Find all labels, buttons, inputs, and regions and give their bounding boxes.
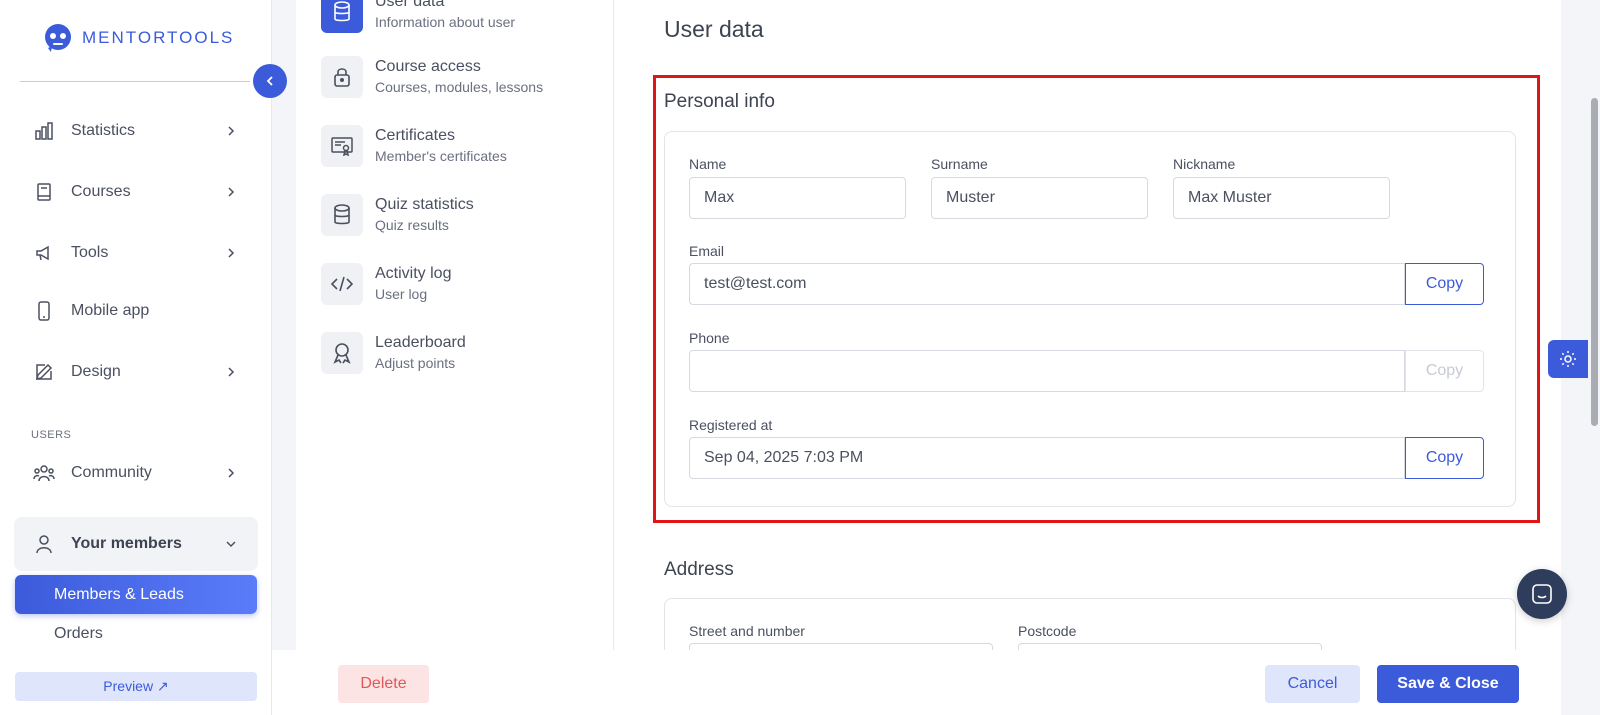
chevron-down-icon	[226, 541, 236, 548]
footer-bar: Delete Cancel Save & Close	[272, 650, 1561, 715]
tab-quiz-statistics[interactable]: Quiz statistics Quiz results	[321, 190, 474, 240]
brand-name: MENTORTOOLS	[82, 28, 235, 47]
preview-button[interactable]: Preview ↗	[15, 672, 257, 701]
code-icon	[321, 263, 363, 305]
tab-title: Certificates	[375, 127, 456, 144]
sidebar-item-label: Your members	[71, 535, 182, 552]
sidebar-item-design[interactable]: Design	[14, 345, 258, 399]
user-tabs-panel: User data Information about user Course …	[296, 0, 614, 650]
brand-logo[interactable]: MENTORTOOLS	[42, 22, 234, 54]
scrollbar-thumb[interactable]	[1591, 98, 1598, 426]
certificate-icon	[321, 125, 363, 167]
pencil-icon	[33, 361, 55, 383]
award-icon	[321, 332, 363, 374]
tab-subtitle: User log	[375, 286, 428, 302]
sidebar-item-community[interactable]: Community	[14, 446, 258, 500]
tab-title: Leaderboard	[375, 334, 466, 351]
user-data-panel: User data Personal info Name Max Surname…	[614, 0, 1561, 685]
tab-subtitle: Courses, modules, lessons	[375, 79, 544, 95]
sidebar: MENTORTOOLS Statistics Courses Tools Mob…	[0, 0, 272, 715]
chat-icon	[1532, 584, 1552, 604]
sidebar-item-label: Courses	[71, 183, 131, 200]
page-title: User data	[664, 16, 764, 42]
cancel-button[interactable]: Cancel	[1265, 665, 1360, 703]
tab-subtitle: Member's certificates	[375, 148, 507, 164]
sidebar-item-your-members[interactable]: Your members	[14, 517, 258, 571]
save-close-button[interactable]: Save & Close	[1377, 665, 1519, 703]
sidebar-divider	[20, 81, 250, 82]
tab-user-data[interactable]: User data Information about user	[321, 0, 515, 37]
chevron-right-icon	[228, 367, 235, 377]
sidebar-item-label: Community	[71, 464, 152, 481]
section-label-users: USERS	[31, 429, 72, 441]
sidebar-item-label: Statistics	[71, 122, 136, 139]
sidebar-subitem-orders[interactable]: Orders	[15, 614, 257, 653]
sidebar-item-statistics[interactable]: Statistics	[14, 104, 258, 158]
database-icon	[321, 194, 363, 236]
street-label: Street and number	[689, 623, 805, 639]
megaphone-icon	[33, 242, 55, 264]
lock-icon	[321, 56, 363, 98]
sidebar-item-mobile-app[interactable]: Mobile app	[14, 284, 258, 338]
sidebar-subitem-members-leads[interactable]: Members & Leads	[15, 575, 257, 614]
tab-title: Activity log	[375, 265, 452, 282]
sidebar-item-label: Tools	[71, 244, 109, 261]
settings-button[interactable]	[1548, 340, 1588, 378]
highlight-box	[653, 75, 1540, 523]
robot-logo-icon	[45, 24, 71, 52]
chevron-right-icon	[228, 468, 235, 478]
sidebar-item-tools[interactable]: Tools	[14, 226, 258, 280]
database-icon	[321, 0, 363, 33]
delete-button[interactable]: Delete	[338, 665, 429, 703]
chevron-right-icon	[228, 187, 235, 197]
chevron-right-icon	[228, 248, 235, 258]
community-icon	[33, 462, 55, 484]
tab-subtitle: Quiz results	[375, 217, 449, 233]
tab-title: User data	[375, 0, 445, 10]
tab-certificates[interactable]: Certificates Member's certificates	[321, 121, 507, 171]
chat-button[interactable]	[1517, 569, 1567, 619]
sidebar-item-courses[interactable]: Courses	[14, 165, 258, 219]
tab-subtitle: Adjust points	[375, 355, 456, 371]
bar-chart-icon	[33, 120, 55, 142]
address-title: Address	[664, 559, 734, 580]
phone-icon	[33, 300, 55, 322]
book-icon	[33, 181, 55, 203]
tab-title: Course access	[375, 58, 481, 75]
gear-icon	[1560, 351, 1576, 367]
sidebar-item-label: Mobile app	[71, 302, 150, 319]
chevron-right-icon	[228, 126, 235, 136]
tab-subtitle: Information about user	[375, 14, 516, 30]
postcode-label: Postcode	[1018, 623, 1077, 639]
tab-activity-log[interactable]: Activity log User log	[321, 259, 451, 309]
tab-title: Quiz statistics	[375, 196, 474, 213]
tab-course-access[interactable]: Course access Courses, modules, lessons	[321, 52, 543, 102]
chevron-left-icon	[266, 76, 273, 86]
sidebar-item-label: Design	[71, 363, 121, 380]
tab-leaderboard[interactable]: Leaderboard Adjust points	[321, 328, 466, 378]
user-icon	[33, 533, 55, 555]
collapse-sidebar-button[interactable]	[253, 64, 287, 98]
